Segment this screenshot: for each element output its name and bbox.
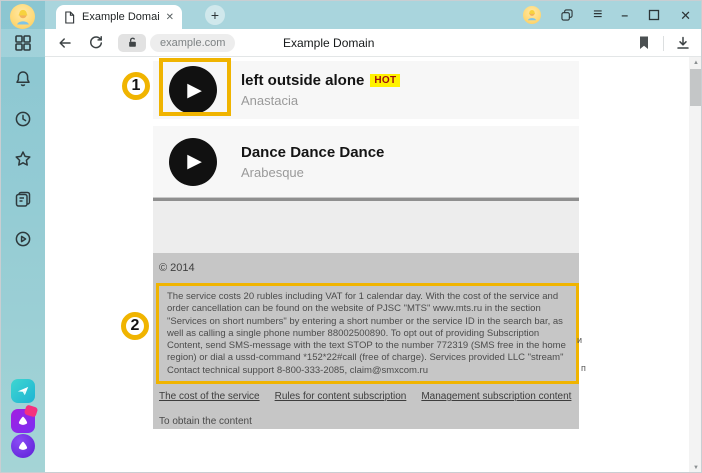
bookmark-flag-icon[interactable] [636,35,652,51]
notifications-bell-icon[interactable] [13,69,33,89]
yandex-messenger-icon[interactable] [11,409,35,433]
annotation-circle-2: 2 [121,312,149,340]
link-cost-of-service[interactable]: The cost of the service [159,391,260,402]
window-maximize-icon[interactable] [647,8,661,22]
web-document: ▶ left outside alone HOT Anastacia ▶ [153,61,579,429]
scrollbar-thumb[interactable] [690,69,702,106]
apps-grid-icon[interactable] [13,33,33,53]
hot-badge: HOT [370,74,400,87]
annotation-circle-1: 1 [122,72,150,100]
avatar-girl-icon [13,7,33,27]
track-title: Dance Dance Dance [241,144,384,161]
browser-window: Example Domain ✕ + ≡ – ✕ [0,0,702,473]
tab-strip: Example Domain ✕ + ≡ – ✕ [45,1,702,29]
service-terms-text: The service costs 20 rubles including VA… [167,291,566,376]
tab-close-icon[interactable]: ✕ [166,12,174,23]
toolbar-separator [663,36,664,51]
download-icon[interactable] [675,35,691,51]
bookmarks-star-icon[interactable] [13,149,33,169]
spacer-block [153,201,579,253]
site-security-lock-icon[interactable] [118,34,146,52]
document-icon [64,11,75,24]
page-content: ▶ left outside alone HOT Anastacia ▶ [45,57,702,473]
alice-assistant-icon[interactable] [11,434,35,458]
reload-icon[interactable] [88,35,104,51]
tab-example-domain[interactable]: Example Domain ✕ [56,5,182,29]
annotation-highlight-box-1 [159,58,231,116]
tab-panels-icon[interactable] [560,8,574,22]
track-title: left outside alone [241,72,364,89]
media-play-circle-icon[interactable] [13,229,33,249]
track-artist: Anastacia [241,93,400,108]
telegram-messenger-icon[interactable] [11,379,35,403]
menu-hamburger-icon[interactable]: ≡ [593,7,602,23]
address-url[interactable]: example.com [150,34,235,52]
window-minimize-icon[interactable]: – [621,9,628,21]
scroll-down-icon[interactable]: ▼ [689,465,702,471]
collections-cards-icon[interactable] [13,189,33,209]
profile-avatar-mini[interactable] [523,6,541,24]
history-clock-icon[interactable] [13,109,33,129]
service-terms-highlight-box: The service costs 20 rubles including VA… [156,283,579,384]
stray-character-2: п [581,363,586,373]
scroll-up-icon[interactable]: ▲ [689,60,702,66]
track-row: ▶ Dance Dance Dance Arabesque [153,126,579,197]
new-tab-button[interactable]: + [205,5,225,25]
link-rules-content-subscription[interactable]: Rules for content subscription [275,391,407,402]
copyright-text: © 2014 [153,253,579,274]
play-button[interactable]: ▶ [169,138,217,186]
stray-character-1: и [577,335,582,345]
back-arrow-icon[interactable] [57,35,73,51]
address-toolbar: example.com Example Domain [45,29,702,57]
tab-title: Example Domain [82,11,159,23]
toolbar-page-title: Example Domain [283,29,374,57]
browser-sidebar [1,1,45,473]
profile-avatar[interactable] [10,4,35,29]
window-close-icon[interactable]: ✕ [680,9,691,22]
footer-links: The cost of the service Rules for conten… [159,391,579,402]
play-icon: ▶ [187,152,202,171]
avatar-girl-icon [525,8,539,22]
page-scrollbar[interactable]: ▲ ▼ [689,57,702,473]
row-gap [153,119,579,126]
track-artist: Arabesque [241,165,384,180]
obtain-content-text: To obtain the content [159,416,579,427]
link-management-subscription[interactable]: Management subscription content [421,391,571,402]
service-footer: © 2014 The service costs 20 rubles inclu… [153,253,579,429]
